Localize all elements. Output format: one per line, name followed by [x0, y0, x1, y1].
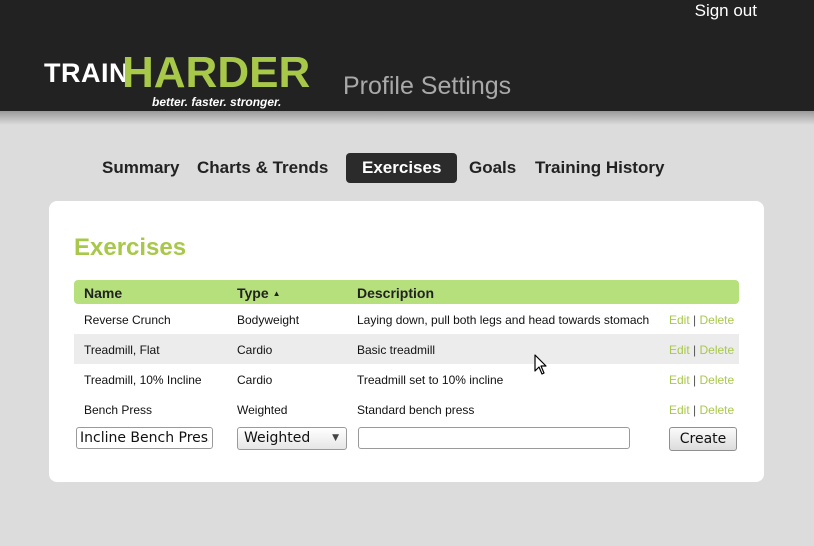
tab-charts-trends[interactable]: Charts & Trends [181, 153, 344, 183]
row-name: Bench Press [84, 403, 153, 417]
tab-training-history[interactable]: Training History [519, 153, 680, 183]
table-row: Treadmill, 10% Incline Cardio Treadmill … [74, 364, 739, 394]
header-bar: Sign out TRAIN HARDER better. faster. st… [0, 0, 814, 111]
header-shadow [0, 111, 814, 125]
page-title: Profile Settings [343, 72, 512, 100]
row-description: Basic treadmill [357, 343, 436, 357]
logo-harder-text: HARDER [122, 48, 311, 97]
edit-link[interactable]: Edit [669, 343, 690, 357]
table-row: Reverse Crunch Bodyweight Laying down, p… [74, 304, 739, 334]
row-name: Treadmill, 10% Incline [84, 373, 202, 387]
action-separator: | [693, 343, 697, 357]
logo-train-text: TRAIN [44, 58, 129, 88]
sort-ascending-icon: ▲ [272, 289, 281, 298]
column-header-type[interactable]: Type ▲ [237, 285, 281, 301]
column-header-description[interactable]: Description [357, 285, 434, 301]
new-exercise-type-select[interactable]: Weighted ▼ [237, 427, 347, 450]
row-type: Weighted [237, 403, 288, 417]
row-actions: Edit | Delete [669, 403, 734, 417]
table-row: Treadmill, Flat Cardio Basic treadmill E… [74, 334, 739, 364]
column-header-type-label: Type [237, 285, 269, 301]
create-button[interactable]: Create [669, 427, 737, 451]
select-value: Weighted [244, 430, 311, 446]
main-nav: Summary Charts & Trends Exercises Goals … [0, 153, 814, 183]
row-name: Treadmill, Flat [84, 343, 160, 357]
new-exercise-description-input[interactable] [358, 427, 630, 449]
row-actions: Edit | Delete [669, 313, 734, 327]
new-exercise-name-input[interactable] [76, 427, 213, 449]
section-title: Exercises [74, 234, 187, 261]
exercises-panel: Exercises Name Type ▲ Description Reverse… [49, 201, 764, 482]
logo-tagline: better. faster. stronger. [152, 95, 282, 109]
row-actions: Edit | Delete [669, 343, 734, 357]
mouse-pointer-icon [534, 354, 547, 375]
tab-summary[interactable]: Summary [86, 153, 195, 183]
row-actions: Edit | Delete [669, 373, 734, 387]
new-exercise-row: Weighted ▼ Create [74, 424, 739, 454]
row-name: Reverse Crunch [84, 313, 171, 327]
edit-link[interactable]: Edit [669, 403, 690, 417]
column-header-name[interactable]: Name [84, 285, 122, 301]
row-type: Cardio [237, 373, 273, 387]
row-description: Treadmill set to 10% incline [357, 373, 504, 387]
action-separator: | [693, 403, 697, 417]
row-type: Bodyweight [237, 313, 300, 327]
table-row: Bench Press Weighted Standard bench pres… [74, 394, 739, 424]
delete-link[interactable]: Delete [700, 373, 735, 387]
row-type: Cardio [237, 343, 273, 357]
exercises-table: Name Type ▲ Description Reverse Crunch Bo… [74, 280, 739, 454]
delete-link[interactable]: Delete [700, 343, 735, 357]
logo[interactable]: TRAIN HARDER better. faster. stronger. [44, 48, 310, 112]
delete-link[interactable]: Delete [700, 313, 735, 327]
tab-exercises[interactable]: Exercises [346, 153, 458, 183]
action-separator: | [693, 313, 697, 327]
action-separator: | [693, 373, 697, 387]
delete-link[interactable]: Delete [700, 403, 735, 417]
row-description: Standard bench press [357, 403, 475, 417]
table-header: Name Type ▲ Description [74, 280, 739, 304]
edit-link[interactable]: Edit [669, 313, 690, 327]
row-description: Laying down, pull both legs and head tow… [357, 313, 650, 327]
edit-link[interactable]: Edit [669, 373, 690, 387]
signout-link[interactable]: Sign out [695, 1, 757, 21]
chevron-down-icon: ▼ [332, 433, 339, 443]
